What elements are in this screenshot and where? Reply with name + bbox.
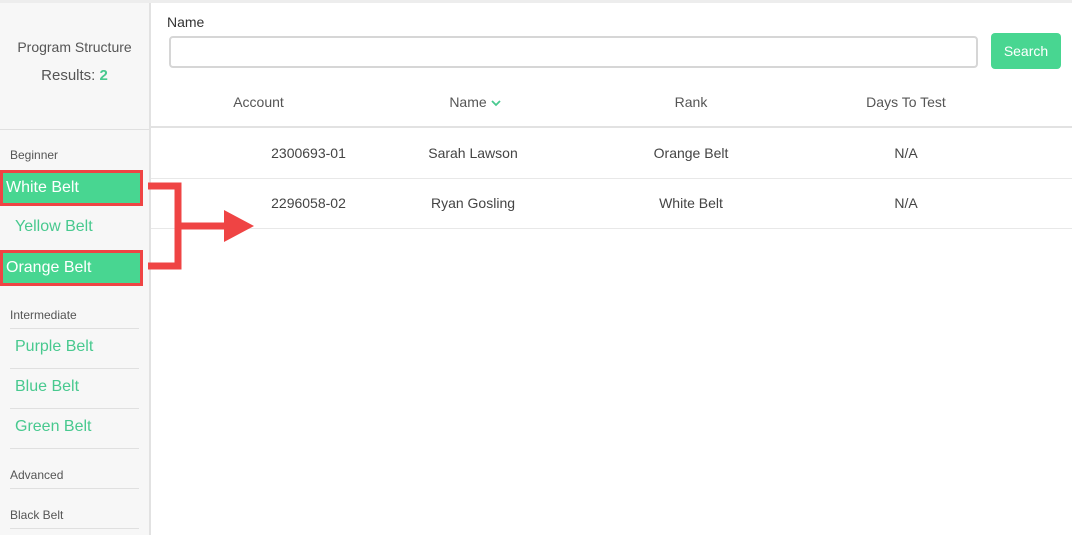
sidebar-item-yellow-belt[interactable]: Yellow Belt	[15, 218, 93, 236]
chevron-down-icon	[491, 99, 501, 110]
top-border	[0, 0, 1072, 3]
divider	[10, 488, 139, 489]
divider	[10, 448, 139, 449]
divider	[10, 368, 139, 369]
group-label-black-belt[interactable]: Black Belt	[10, 508, 63, 522]
search-label: Name	[167, 14, 205, 30]
search-input[interactable]	[169, 36, 978, 68]
search-button[interactable]: Search	[991, 33, 1061, 69]
results-count: 2	[99, 67, 108, 84]
group-label-beginner: Beginner	[10, 148, 59, 162]
divider	[10, 408, 139, 409]
cell-name: Sarah Lawson	[428, 145, 518, 161]
cell-days-to-test: N/A	[894, 195, 918, 211]
column-header-rank[interactable]: Rank	[631, 94, 751, 110]
sidebar-item-orange-belt[interactable]: Orange Belt	[0, 250, 143, 286]
column-header-name[interactable]: Name	[420, 94, 530, 110]
group-label-intermediate: Intermediate	[10, 308, 77, 322]
sidebar: Program Structure Results: 2 Beginner Wh…	[0, 3, 151, 535]
results-summary: Results: 2	[0, 67, 149, 84]
table-row[interactable]: 2296058-02 Ryan Gosling White Belt N/A	[151, 178, 1072, 229]
column-header-name-label: Name	[449, 94, 487, 110]
cell-rank: White Belt	[659, 195, 723, 211]
cell-name: Ryan Gosling	[430, 195, 516, 211]
sidebar-title: Program Structure	[17, 39, 132, 55]
sidebar-header: Program Structure Results: 2	[0, 3, 149, 130]
sidebar-item-white-belt[interactable]: White Belt	[0, 170, 143, 206]
sidebar-item-green-belt[interactable]: Green Belt	[15, 418, 91, 436]
group-label-advanced[interactable]: Advanced	[10, 468, 63, 482]
sidebar-item-blue-belt[interactable]: Blue Belt	[15, 378, 79, 396]
divider	[10, 328, 139, 329]
cell-rank: Orange Belt	[653, 145, 729, 161]
sidebar-item-purple-belt[interactable]: Purple Belt	[15, 338, 93, 356]
divider	[10, 528, 139, 529]
column-header-account[interactable]: Account	[201, 94, 316, 110]
cell-days-to-test: N/A	[894, 145, 918, 161]
column-header-days-to-test[interactable]: Days To Test	[846, 94, 966, 110]
table-row[interactable]: 2300693-01 Sarah Lawson Orange Belt N/A	[151, 128, 1072, 179]
results-label: Results:	[41, 67, 96, 84]
arrow-right-icon	[148, 182, 254, 270]
